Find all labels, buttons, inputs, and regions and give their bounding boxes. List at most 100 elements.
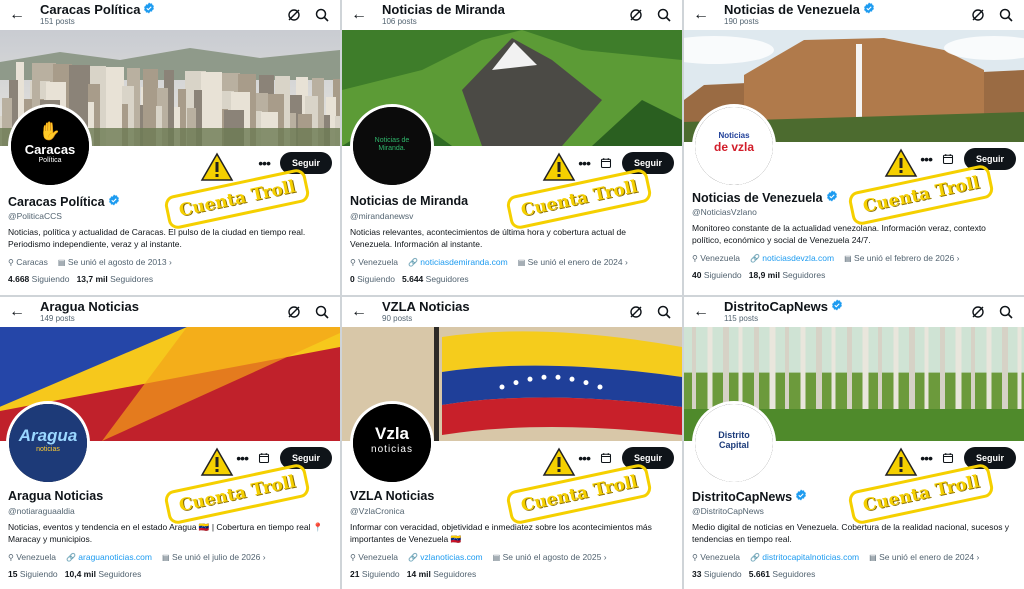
- joined-item: ▤ Se unió el enero de 2024 ›: [518, 257, 628, 267]
- search-icon[interactable]: [656, 304, 672, 320]
- website-item[interactable]: 🔗 vzlanoticias.com: [408, 552, 483, 562]
- verified-badge-icon: [795, 489, 807, 504]
- back-arrow-icon[interactable]: ←: [692, 303, 710, 321]
- followers-count[interactable]: 14 mil: [407, 569, 431, 579]
- following-label: Siguiendo: [357, 274, 395, 284]
- more-options-icon[interactable]: •••: [920, 451, 933, 465]
- verified-badge-icon: [108, 194, 120, 209]
- following-count[interactable]: 33: [692, 569, 701, 579]
- following-label: Siguiendo: [361, 569, 400, 579]
- chevron-right-icon[interactable]: ›: [169, 257, 172, 267]
- more-options-icon[interactable]: •••: [578, 156, 591, 170]
- followers-label: Seguidores: [772, 569, 816, 579]
- location-pin-icon: ⚲: [350, 258, 356, 267]
- verified-badge-icon: [826, 190, 838, 205]
- chevron-right-icon[interactable]: ›: [604, 552, 607, 562]
- website-link[interactable]: noticiasdevzla.com: [762, 253, 834, 263]
- following-count[interactable]: 4.668: [8, 274, 29, 284]
- post-count: 90 posts: [382, 314, 413, 323]
- website-item[interactable]: 🔗 distritocapitalnoticias.com: [750, 552, 859, 562]
- chevron-right-icon[interactable]: ›: [625, 257, 628, 267]
- profile-bio: Medio digital de noticias en Venezuela. …: [692, 522, 1010, 544]
- followers-label: Seguidores: [782, 270, 826, 280]
- followers-count[interactable]: 10,4 mil: [65, 569, 96, 579]
- back-arrow-icon[interactable]: ←: [692, 6, 710, 24]
- chevron-right-icon[interactable]: ›: [957, 253, 960, 263]
- search-icon[interactable]: [314, 304, 330, 320]
- grok-analyze-icon[interactable]: [286, 7, 302, 23]
- website-link[interactable]: distritocapitalnoticias.com: [762, 552, 859, 562]
- profile-meta: ⚲ Venezuela 🔗 vzlanoticias.com ▤ Se unió…: [350, 552, 607, 562]
- grok-analyze-icon[interactable]: [286, 304, 302, 320]
- subscribe-calendar-icon[interactable]: [942, 153, 954, 165]
- avatar[interactable]: Aragua noticias: [6, 401, 90, 485]
- following-count[interactable]: 21: [350, 569, 359, 579]
- back-arrow-icon[interactable]: ←: [8, 6, 26, 24]
- calendar-icon: ▤: [869, 553, 877, 562]
- subscribe-calendar-icon[interactable]: [600, 452, 612, 464]
- joined-item: ▤ Se unió el febrero de 2026 ›: [844, 253, 959, 263]
- calendar-icon: ▤: [492, 553, 501, 562]
- subscribe-calendar-icon[interactable]: [258, 452, 270, 464]
- website-link[interactable]: noticiasdemiranda.com: [420, 257, 507, 267]
- grok-analyze-icon[interactable]: [628, 7, 644, 23]
- profile-handle: @mirandanewsv: [350, 211, 414, 221]
- search-icon[interactable]: [314, 7, 330, 23]
- website-link[interactable]: araguanoticias.com: [78, 552, 152, 562]
- warning-triangle-icon: [200, 447, 234, 476]
- followers-count[interactable]: 5.661: [749, 569, 770, 579]
- profile-header: ← Aragua Noticias 149 posts: [0, 297, 340, 327]
- troll-stamp: Cuenta Troll: [505, 167, 654, 231]
- followers-count[interactable]: 13,7 mil: [77, 274, 108, 284]
- search-icon[interactable]: [656, 7, 672, 23]
- avatar[interactable]: Noticias de vzla: [692, 104, 776, 188]
- avatar[interactable]: Noticias de Miranda.: [350, 104, 434, 188]
- joined-item: ▤ Se unió el enero de 2024 ›: [869, 552, 979, 562]
- avatar-text-1: Noticias: [718, 131, 750, 140]
- grok-analyze-icon[interactable]: [628, 304, 644, 320]
- grok-analyze-icon[interactable]: [970, 7, 986, 23]
- more-options-icon[interactable]: •••: [236, 451, 249, 465]
- avatar[interactable]: Vzla noticias: [350, 401, 434, 485]
- chevron-right-icon[interactable]: ›: [976, 552, 979, 562]
- following-count[interactable]: 0: [350, 274, 355, 284]
- location-text: Venezuela: [358, 257, 398, 267]
- search-icon[interactable]: [998, 7, 1014, 23]
- profile-bio: Informar con veracidad, objetividad e in…: [350, 522, 652, 544]
- profile-meta: ⚲ Venezuela 🔗 distritocapitalnoticias.co…: [692, 552, 979, 562]
- header-title-text: VZLA Noticias: [382, 299, 470, 314]
- more-options-icon[interactable]: •••: [920, 152, 933, 166]
- avatar[interactable]: ✋ Caracas Política: [8, 104, 92, 188]
- profile-handle: @DistritoCapNews: [692, 506, 764, 516]
- profile-bio: Noticias, eventos y tendencia en el esta…: [8, 522, 324, 544]
- back-arrow-icon[interactable]: ←: [8, 303, 26, 321]
- following-count[interactable]: 40: [692, 270, 701, 280]
- more-options-icon[interactable]: •••: [258, 156, 271, 170]
- followers-count[interactable]: 5.644: [402, 274, 423, 284]
- following-count[interactable]: 15: [8, 569, 17, 579]
- avatar[interactable]: Distrito Capital: [692, 401, 776, 485]
- profile-name-text: DistritoCapNews: [692, 489, 793, 504]
- joined-item: ▤ Se unió el julio de 2026 ›: [162, 552, 266, 562]
- more-options-icon[interactable]: •••: [578, 451, 591, 465]
- back-arrow-icon[interactable]: ←: [350, 6, 368, 24]
- profile-bio: Monitoreo constante de la actualidad ven…: [692, 223, 986, 245]
- back-arrow-icon[interactable]: ←: [350, 303, 368, 321]
- profile-stats: 21 Siguiendo 14 mil Seguidores: [350, 569, 476, 579]
- website-link[interactable]: vzlanoticias.com: [420, 552, 482, 562]
- subscribe-calendar-icon[interactable]: [942, 452, 954, 464]
- subscribe-calendar-icon[interactable]: [600, 157, 612, 169]
- followers-count[interactable]: 18,9 mil: [749, 270, 780, 280]
- location-text: Caracas: [16, 257, 48, 267]
- profile-name: Noticias de Venezuela: [692, 190, 838, 205]
- website-item[interactable]: 🔗 araguanoticias.com: [66, 552, 152, 562]
- troll-stamp: Cuenta Troll: [847, 163, 996, 227]
- search-icon[interactable]: [998, 304, 1014, 320]
- profile-name: Caracas Política: [8, 194, 120, 209]
- header-title-text: Caracas Política: [40, 2, 141, 17]
- grok-analyze-icon[interactable]: [970, 304, 986, 320]
- website-item[interactable]: 🔗 noticiasdemiranda.com: [408, 257, 508, 267]
- chevron-right-icon[interactable]: ›: [263, 552, 266, 562]
- profile-header: ← DistritoCapNews 115 posts: [684, 297, 1024, 327]
- website-item[interactable]: 🔗 noticiasdevzla.com: [750, 253, 834, 263]
